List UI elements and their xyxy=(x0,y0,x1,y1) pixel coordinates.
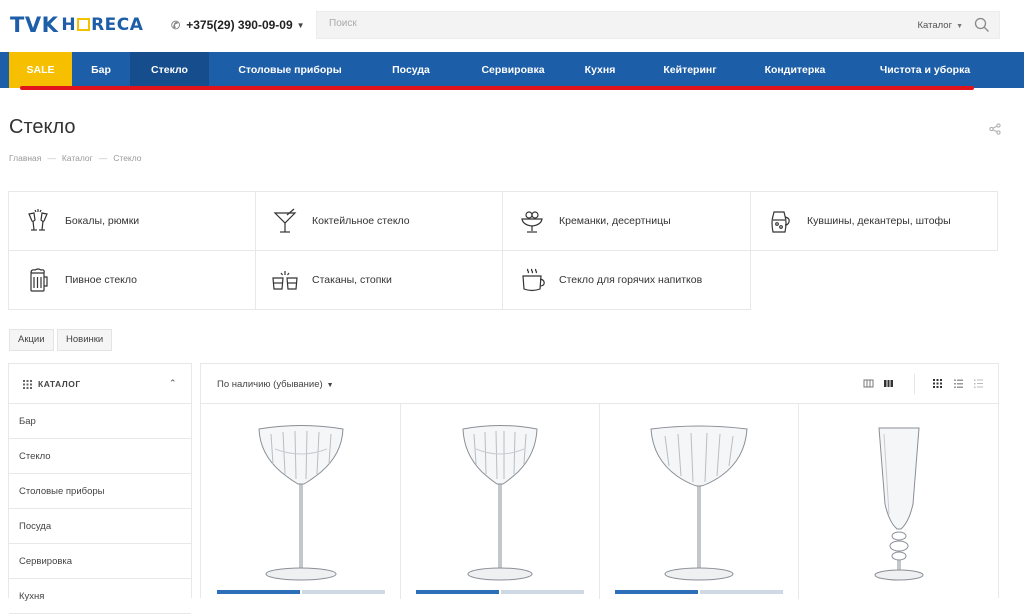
search-scope-select[interactable]: Каталог ▼ xyxy=(918,20,963,31)
nav-item-kitchen[interactable]: Кухня xyxy=(574,52,626,88)
category-card-jugs[interactable]: Кувшины, декантеры, штофы xyxy=(750,191,998,251)
product-image xyxy=(874,427,924,581)
view-wide-icon[interactable] xyxy=(883,378,894,389)
sidebar-item-cutlery[interactable]: Столовые приборы xyxy=(9,474,191,509)
nav-item-serving[interactable]: Сервировка xyxy=(468,52,558,88)
chevron-up-icon[interactable]: ⌃ xyxy=(169,378,177,389)
category-card-tumblers[interactable]: Стаканы, стопки xyxy=(255,250,503,310)
nav-item-bar[interactable]: Бар xyxy=(74,52,128,88)
grid-icon xyxy=(23,380,32,389)
nav-item-glass[interactable]: Стекло xyxy=(130,52,209,88)
breadcrumb-current: Стекло xyxy=(113,153,142,163)
breadcrumb-catalog[interactable]: Каталог xyxy=(62,153,93,163)
sidebar-item-kitchen[interactable]: Кухня xyxy=(9,579,191,614)
chevron-down-icon: ▼ xyxy=(296,20,305,30)
category-card-beer[interactable]: Пивное стекло xyxy=(8,250,256,310)
jug-icon xyxy=(771,211,790,233)
sidebar-header[interactable]: КАТАЛОГ ⌃ xyxy=(9,364,191,404)
sidebar-item-bar[interactable]: Бар xyxy=(9,404,191,439)
nav-item-catering[interactable]: Кейтеринг xyxy=(649,52,731,88)
sort-select[interactable]: По наличию (убывание) ▼ xyxy=(217,379,334,390)
phone-icon: ✆ xyxy=(171,19,181,32)
sidebar-item-serving[interactable]: Сервировка xyxy=(9,544,191,579)
view-columns-icon[interactable] xyxy=(863,378,874,389)
view-list-icon[interactable] xyxy=(953,378,964,389)
product-image xyxy=(462,425,538,581)
product-card[interactable] xyxy=(799,404,999,599)
logo-text: TVK xyxy=(10,13,59,37)
logo-horeca: H RECA xyxy=(61,15,144,35)
category-label: Креманки, десертницы xyxy=(559,215,671,227)
product-card[interactable] xyxy=(599,404,799,599)
nav-item-cutlery[interactable]: Столовые приборы xyxy=(225,52,355,88)
main-nav: SALE Бар Стекло Столовые приборы Посуда … xyxy=(0,52,1024,88)
category-label: Коктейльное стекло xyxy=(312,215,410,227)
breadcrumb: Главная — Каталог — Стекло xyxy=(9,153,142,163)
search-input[interactable] xyxy=(329,18,779,29)
product-card[interactable] xyxy=(201,404,401,599)
hot-drink-icon xyxy=(522,268,545,292)
category-card-wine-glasses[interactable]: Бокалы, рюмки xyxy=(8,191,256,251)
dessert-icon xyxy=(521,211,543,233)
category-card-dessert[interactable]: Креманки, десертницы xyxy=(502,191,751,251)
category-label: Пивное стекло xyxy=(65,274,137,286)
product-image xyxy=(258,425,344,581)
beer-icon xyxy=(30,268,48,292)
site-logo[interactable]: TVK H RECA xyxy=(10,13,144,37)
breadcrumb-home[interactable]: Главная xyxy=(9,153,41,163)
product-image xyxy=(650,425,748,581)
category-label: Стаканы, стопки xyxy=(312,274,392,286)
sidebar-item-glass[interactable]: Стекло xyxy=(9,439,191,474)
product-card[interactable] xyxy=(400,404,600,599)
phone-text: +375(29) 390-09-09 xyxy=(186,18,293,32)
catalog-sidebar: КАТАЛОГ ⌃ Бар Стекло Столовые приборы По… xyxy=(8,363,192,614)
sidebar-title: КАТАЛОГ xyxy=(38,379,81,389)
glasses-icon xyxy=(28,209,48,231)
cocktail-icon xyxy=(273,208,297,233)
nav-item-confectionery[interactable]: Кондитерка xyxy=(753,52,837,88)
nav-item-sale[interactable]: SALE xyxy=(9,52,72,88)
share-icon[interactable] xyxy=(989,123,1001,135)
page-title: Стекло xyxy=(9,116,76,138)
view-table-icon[interactable] xyxy=(973,378,984,389)
tag-promotions[interactable]: Акции xyxy=(9,329,54,351)
nav-item-cleaning[interactable]: Чистота и уборка xyxy=(866,52,984,88)
category-label: Стекло для горячих напитков xyxy=(559,274,703,286)
tag-new[interactable]: Новинки xyxy=(57,329,113,351)
sidebar-item-dishes[interactable]: Посуда xyxy=(9,509,191,544)
category-label: Бокалы, рюмки xyxy=(65,215,140,227)
category-label: Кувшины, декантеры, штофы xyxy=(807,215,951,227)
view-grid-icon[interactable] xyxy=(932,378,943,389)
nav-item-dishes[interactable]: Посуда xyxy=(375,52,447,88)
sort-toolbar: По наличию (убывание) ▼ xyxy=(201,364,998,404)
header: TVK HRECA ✆ +375(29) 390-09-09 ▼ Каталог… xyxy=(0,0,1024,52)
category-card-cocktail[interactable]: Коктейльное стекло xyxy=(255,191,503,251)
phone-number[interactable]: ✆ +375(29) 390-09-09 ▼ xyxy=(171,18,305,32)
product-listing: По наличию (убывание) ▼ xyxy=(200,363,999,599)
subcategory-grid: Бокалы, рюмки Коктейльное стекло Креманк… xyxy=(8,191,998,310)
annotation-underline xyxy=(20,86,974,90)
search-bar: Каталог▼ xyxy=(316,11,1000,39)
tumblers-icon xyxy=(272,271,298,290)
category-card-hot-drinks[interactable]: Стекло для горячих напитков xyxy=(502,250,751,310)
search-icon[interactable] xyxy=(974,17,990,33)
